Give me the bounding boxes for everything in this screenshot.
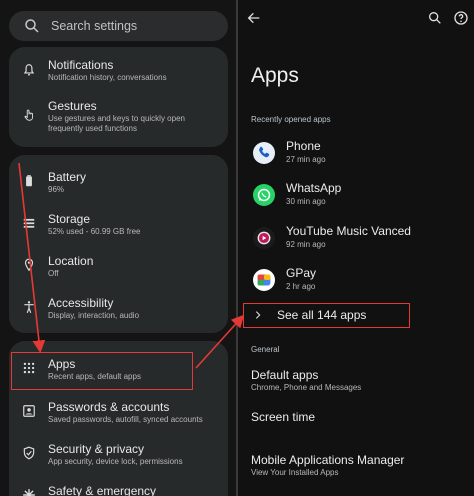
recent-app-gpay[interactable]: GPay 2 hr ago	[238, 266, 474, 300]
youtube-music-app-icon	[253, 227, 275, 249]
search-icon	[25, 19, 39, 33]
settings-group-2: Battery 96% Storage 52% used - 60.99 GB …	[9, 155, 228, 333]
item-subtitle: Saved passwords, autofill, synced accoun…	[48, 415, 203, 424]
screen-time-item[interactable]: Screen time	[238, 409, 474, 431]
search-placeholder: Search settings	[51, 19, 138, 33]
item-title: Location	[48, 254, 94, 268]
default-apps-subtitle: Chrome, Phone and Messages	[251, 383, 362, 392]
apps-pane: Apps Recently opened apps Phone 27 min a…	[238, 0, 474, 496]
settings-item-notifications[interactable]: Notifications Notification history, conv…	[9, 57, 228, 93]
mam-title: Mobile Applications Manager	[251, 453, 405, 467]
item-title: Battery	[48, 170, 87, 184]
screen-time-title: Screen time	[251, 410, 316, 424]
item-subtitle: Display, interaction, audio	[48, 311, 140, 320]
settings-item-accessibility[interactable]: Accessibility Display, interaction, audi…	[9, 295, 228, 331]
item-subtitle: Use gestures and keys to quickly open fr…	[48, 114, 185, 133]
accessibility-icon	[24, 301, 34, 314]
item-title: Gestures	[48, 99, 97, 113]
recent-app-phone[interactable]: Phone 27 min ago	[238, 139, 474, 173]
item-title: Security & privacy	[48, 442, 145, 456]
gesture-icon	[24, 109, 33, 121]
app-last-used: 2 hr ago	[286, 282, 316, 291]
emergency-icon	[23, 489, 35, 496]
settings-item-passwords-accounts[interactable]: Passwords & accounts Saved passwords, au…	[9, 399, 228, 435]
settings-item-safety-emergency[interactable]: Safety & emergency	[9, 483, 228, 496]
page-title: Apps	[251, 64, 299, 87]
app-name: YouTube Music Vanced	[286, 224, 411, 238]
general-header: General	[251, 345, 280, 354]
item-subtitle: App security, device lock, permissions	[48, 457, 183, 466]
item-title: Notifications	[48, 58, 114, 72]
whatsapp-app-icon	[253, 184, 275, 206]
item-title: Accessibility	[48, 296, 114, 310]
search-bar[interactable]: Search settings	[9, 11, 228, 41]
back-arrow-icon[interactable]	[246, 10, 262, 26]
settings-pane: Search settings Notifications Notificati…	[0, 0, 236, 496]
item-subtitle: Notification history, conversations	[48, 73, 167, 82]
default-apps-title: Default apps	[251, 368, 319, 382]
app-last-used: 27 min ago	[286, 155, 326, 164]
item-title: Storage	[48, 212, 91, 226]
storage-icon	[23, 218, 35, 228]
recent-app-whatsapp[interactable]: WhatsApp 30 min ago	[238, 181, 474, 215]
settings-item-location[interactable]: Location Off	[9, 253, 228, 289]
account-icon	[23, 405, 35, 417]
settings-item-gestures[interactable]: Gestures Use gestures and keys to quickl…	[9, 99, 228, 139]
settings-item-security-privacy[interactable]: Security & privacy App security, device …	[9, 441, 228, 477]
app-last-used: 30 min ago	[286, 197, 326, 206]
app-name: Phone	[286, 139, 321, 153]
recent-apps-header: Recently opened apps	[251, 115, 331, 124]
location-icon	[24, 258, 34, 272]
app-name: GPay	[286, 266, 317, 280]
settings-item-storage[interactable]: Storage 52% used - 60.99 GB free	[9, 211, 228, 247]
settings-group-1: Notifications Notification history, conv…	[9, 47, 228, 147]
item-title: Passwords & accounts	[48, 400, 170, 414]
shield-icon	[23, 446, 35, 460]
settings-item-battery[interactable]: Battery 96%	[9, 169, 228, 205]
item-title: Safety & emergency	[48, 484, 157, 496]
battery-icon	[26, 175, 32, 187]
help-icon[interactable]	[453, 10, 469, 26]
search-icon[interactable]	[427, 10, 443, 26]
item-subtitle: Off	[48, 269, 59, 278]
see-all-highlight-box	[243, 303, 410, 328]
recent-app-youtube-music-vanced[interactable]: YouTube Music Vanced 92 min ago	[238, 224, 474, 258]
app-last-used: 92 min ago	[286, 240, 326, 249]
mam-subtitle: View Your Installed Apps	[251, 468, 339, 477]
item-subtitle: 96%	[48, 185, 65, 194]
phone-app-icon	[253, 142, 275, 164]
item-subtitle: 52% used - 60.99 GB free	[48, 227, 141, 236]
apps-highlight-box	[11, 352, 193, 390]
bell-icon	[23, 64, 35, 76]
gpay-app-icon	[253, 269, 275, 291]
default-apps-item[interactable]: Default apps Chrome, Phone and Messages	[238, 367, 474, 395]
mobile-applications-manager-item[interactable]: Mobile Applications Manager View Your In…	[238, 452, 474, 480]
app-name: WhatsApp	[286, 181, 342, 195]
